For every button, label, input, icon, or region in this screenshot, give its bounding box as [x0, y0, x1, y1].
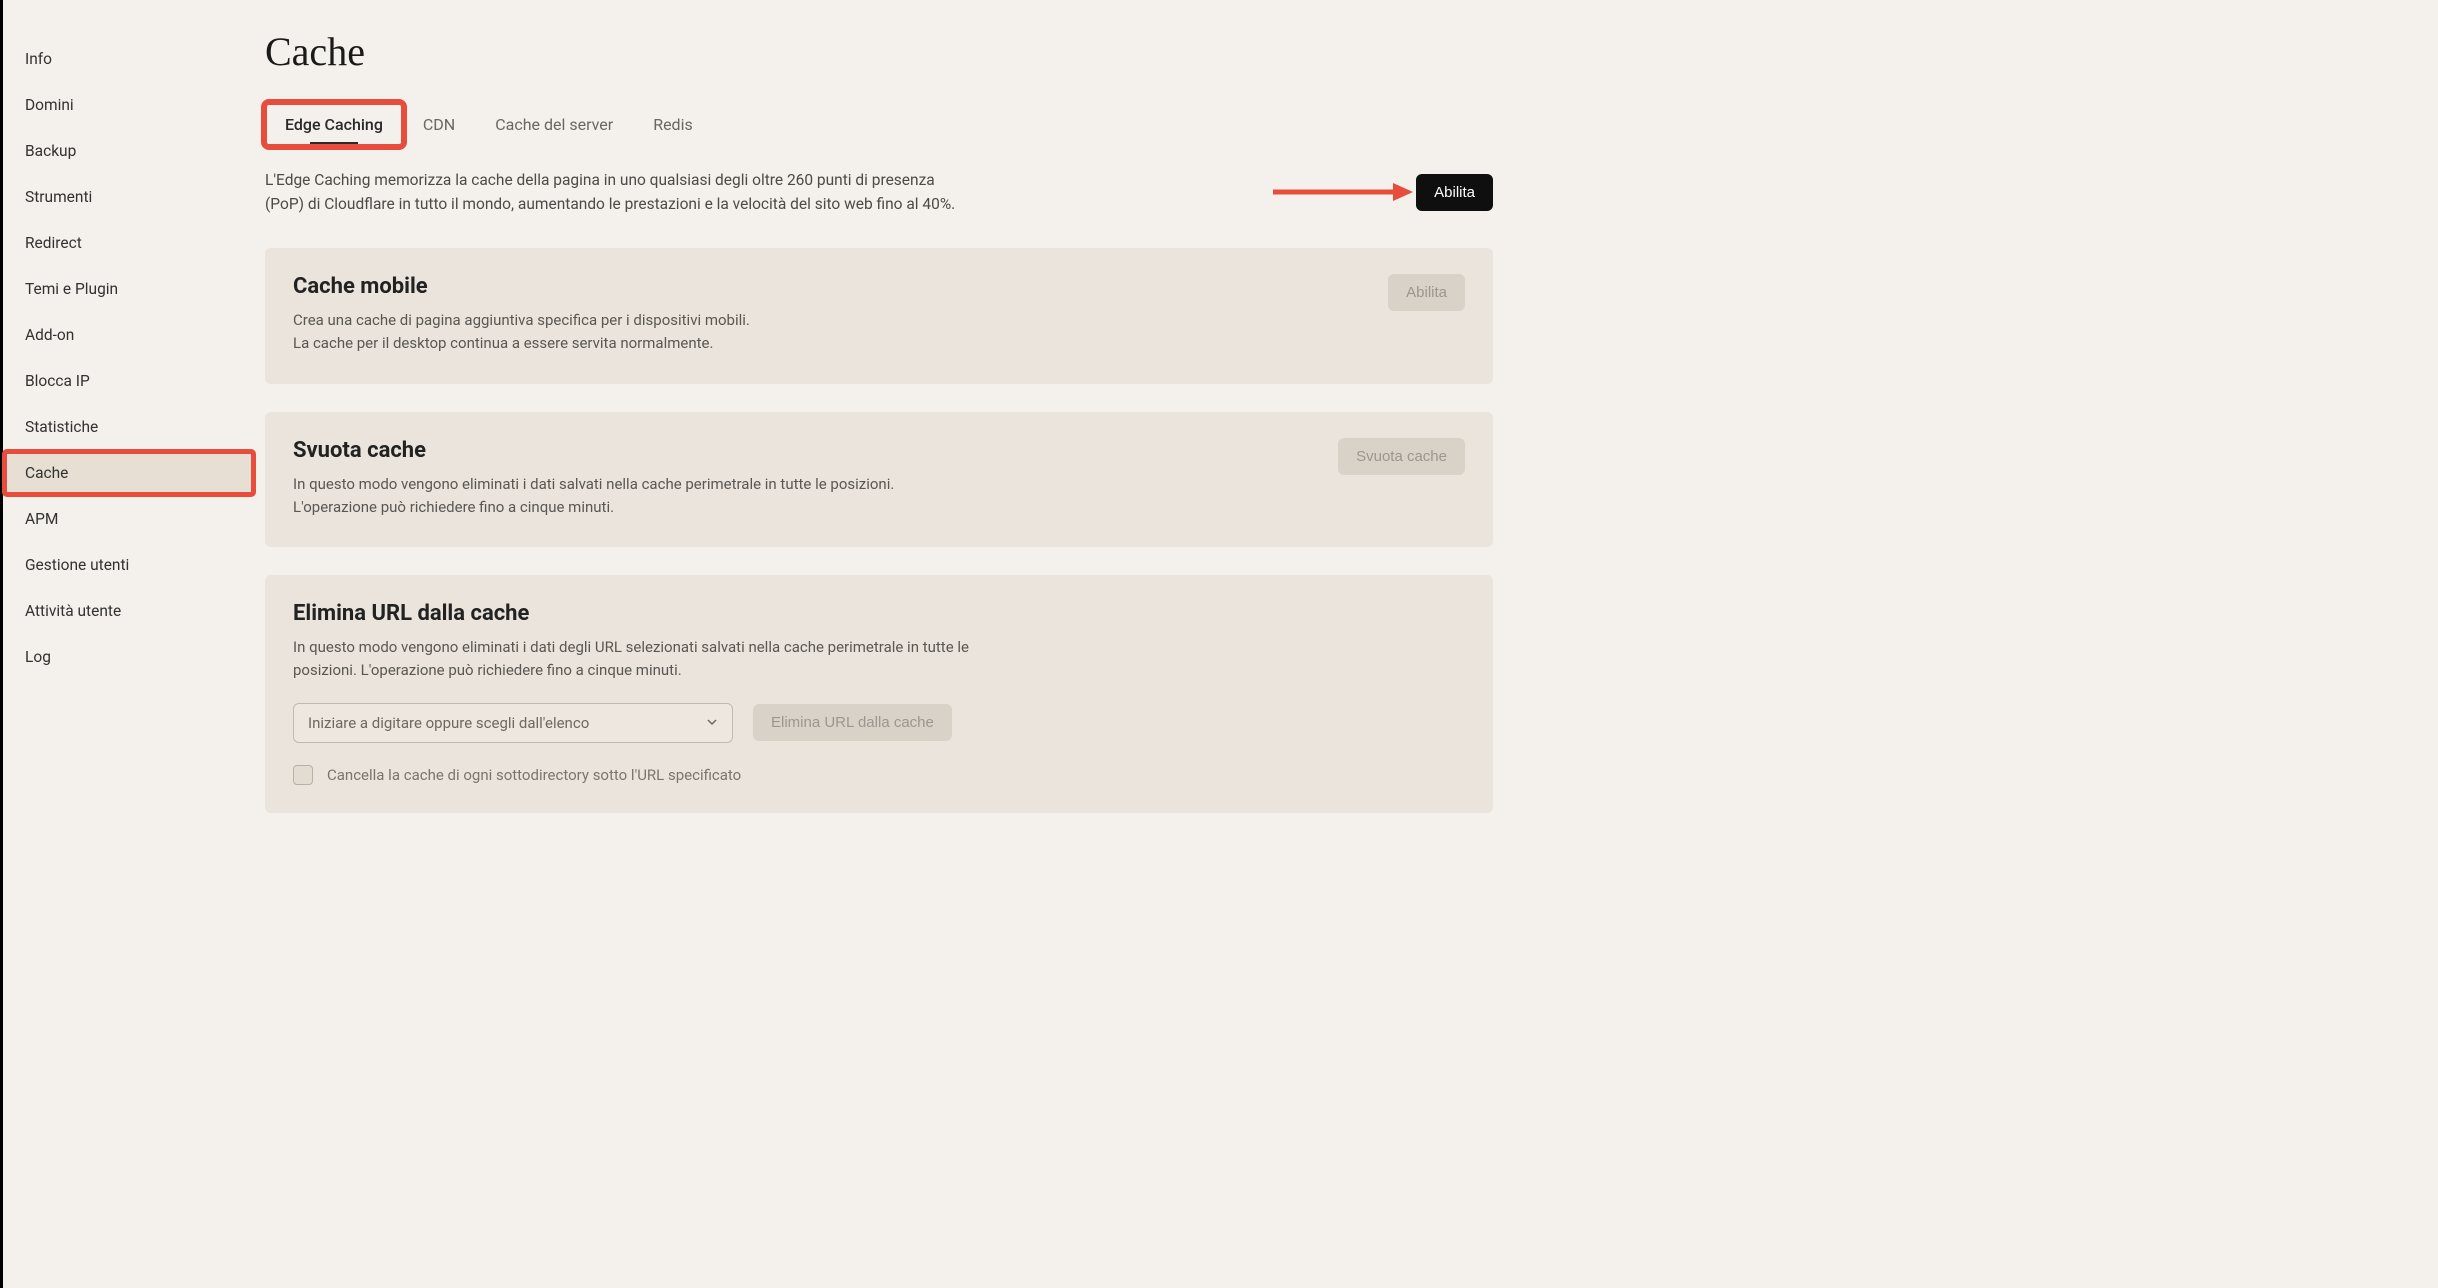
- tab-label: CDN: [423, 115, 455, 134]
- sidebar-item-label: Log: [25, 648, 51, 666]
- enable-edge-caching-button[interactable]: Abilita: [1416, 174, 1493, 211]
- sidebar-item-label: Statistiche: [25, 418, 98, 436]
- sidebar-item-apm[interactable]: APM: [3, 496, 255, 542]
- tab-label: Edge Caching: [285, 115, 383, 134]
- purge-url-button[interactable]: Elimina URL dalla cache: [753, 704, 952, 741]
- sidebar-item-label: Add-on: [25, 326, 74, 344]
- sidebar-item-cache[interactable]: Cache: [3, 450, 255, 496]
- url-select[interactable]: Iniziare a digitare oppure scegli dall'e…: [293, 703, 733, 743]
- tab-cdn[interactable]: CDN: [403, 103, 475, 146]
- sidebar-item-label: Attività utente: [25, 602, 121, 620]
- select-placeholder: Iniziare a digitare oppure scegli dall'e…: [308, 714, 589, 732]
- card-title: Cache mobile: [293, 274, 750, 299]
- sidebar-item-label: Strumenti: [25, 188, 92, 206]
- sidebar-item-label: Info: [25, 50, 52, 68]
- card-cache-mobile: Cache mobile Crea una cache di pagina ag…: [265, 248, 1493, 384]
- sidebar-item-label: Domini: [25, 96, 74, 114]
- arrow-annotation: [1273, 183, 1413, 201]
- tab-edge-caching[interactable]: Edge Caching: [265, 103, 403, 146]
- card-clear-cache: Svuota cache In questo modo vengono elim…: [265, 412, 1493, 548]
- sidebar-item-label: Cache: [25, 464, 68, 482]
- tab-label: Cache del server: [495, 115, 613, 134]
- app-root: Info Domini Backup Strumenti Redirect Te…: [0, 0, 2438, 1288]
- sidebar: Info Domini Backup Strumenti Redirect Te…: [3, 0, 255, 1288]
- tab-label: Redis: [653, 115, 693, 134]
- card-desc-line2: La cache per il desktop continua a esser…: [293, 332, 750, 355]
- card-body: Svuota cache In questo modo vengono elim…: [293, 438, 894, 520]
- card-head: Cache mobile Crea una cache di pagina ag…: [293, 274, 1465, 356]
- sidebar-item-log[interactable]: Log: [3, 634, 255, 680]
- sidebar-item-label: Temi e Plugin: [25, 280, 118, 298]
- tab-cache-del-server[interactable]: Cache del server: [475, 103, 633, 146]
- sidebar-item-label: APM: [25, 510, 58, 528]
- sidebar-item-statistiche[interactable]: Statistiche: [3, 404, 255, 450]
- card-controls: Iniziare a digitare oppure scegli dall'e…: [293, 703, 1465, 743]
- sidebar-item-backup[interactable]: Backup: [3, 128, 255, 174]
- clear-cache-button[interactable]: Svuota cache: [1338, 438, 1465, 475]
- sidebar-item-info[interactable]: Info: [3, 36, 255, 82]
- card-desc: In questo modo vengono eliminati i dati …: [293, 636, 973, 683]
- intro-row: L'Edge Caching memorizza la cache della …: [265, 168, 1493, 216]
- sidebar-item-label: Backup: [25, 142, 76, 160]
- card-head: Svuota cache In questo modo vengono elim…: [293, 438, 1465, 520]
- chevron-down-icon: [706, 714, 718, 732]
- sidebar-item-blocca-ip[interactable]: Blocca IP: [3, 358, 255, 404]
- card-desc-line2: L'operazione può richiedere fino a cinqu…: [293, 496, 894, 519]
- sidebar-item-label: Gestione utenti: [25, 556, 129, 574]
- sidebar-item-domini[interactable]: Domini: [3, 82, 255, 128]
- sidebar-item-redirect[interactable]: Redirect: [3, 220, 255, 266]
- checkbox-label: Cancella la cache di ogni sottodirectory…: [327, 766, 741, 784]
- sidebar-item-label: Blocca IP: [25, 372, 90, 390]
- card-desc-line1: In questo modo vengono eliminati i dati …: [293, 473, 894, 496]
- sidebar-item-addon[interactable]: Add-on: [3, 312, 255, 358]
- sidebar-item-temi-plugin[interactable]: Temi e Plugin: [3, 266, 255, 312]
- card-desc-line1: Crea una cache di pagina aggiuntiva spec…: [293, 309, 750, 332]
- tab-bar: Edge Caching CDN Cache del server Redis: [265, 103, 1493, 146]
- sidebar-item-strumenti[interactable]: Strumenti: [3, 174, 255, 220]
- card-title: Svuota cache: [293, 438, 894, 463]
- subdirectory-checkbox[interactable]: [293, 765, 313, 785]
- sidebar-item-label: Redirect: [25, 234, 82, 252]
- enable-mobile-cache-button[interactable]: Abilita: [1388, 274, 1465, 311]
- checkbox-row: Cancella la cache di ogni sottodirectory…: [293, 765, 1465, 785]
- card-title: Elimina URL dalla cache: [293, 601, 1465, 626]
- main-content: Cache Edge Caching CDN Cache del server …: [255, 0, 1515, 1288]
- card-body: Cache mobile Crea una cache di pagina ag…: [293, 274, 750, 356]
- sidebar-item-attivita-utente[interactable]: Attività utente: [3, 588, 255, 634]
- card-purge-url: Elimina URL dalla cache In questo modo v…: [265, 575, 1493, 813]
- intro-text: L'Edge Caching memorizza la cache della …: [265, 168, 965, 216]
- page-title: Cache: [265, 28, 1493, 75]
- sidebar-item-gestione-utenti[interactable]: Gestione utenti: [3, 542, 255, 588]
- tab-redis[interactable]: Redis: [633, 103, 713, 146]
